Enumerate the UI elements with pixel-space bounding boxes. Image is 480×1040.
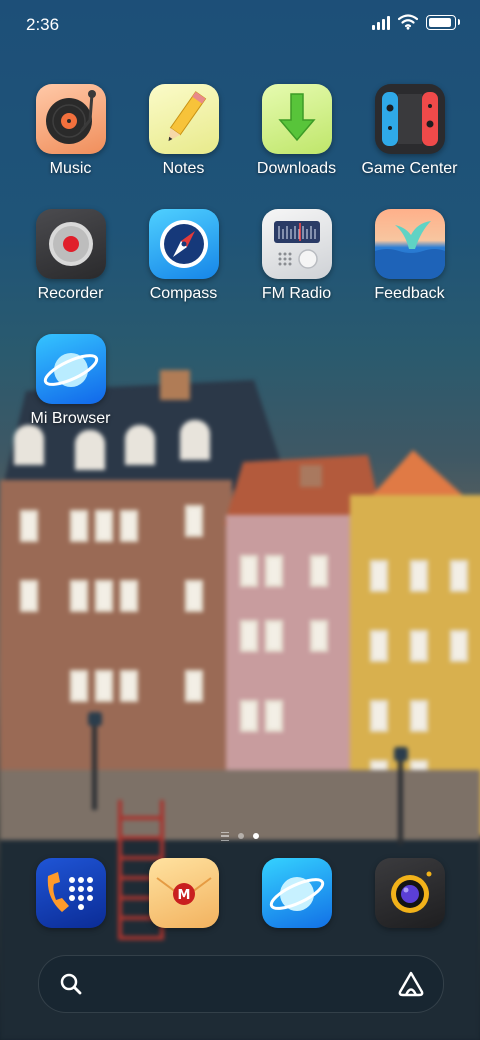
compass-icon [148, 209, 219, 279]
app-recorder[interactable]: Recorder [14, 209, 127, 334]
app-feedback[interactable]: Feedback [353, 209, 466, 334]
app-label: Notes [162, 160, 205, 177]
status-icons [372, 14, 460, 30]
dock-camera[interactable] [353, 858, 466, 928]
app-mi-browser[interactable]: Mi Browser [14, 334, 127, 459]
app-grid: Music Notes Downloads Game Center Record… [14, 84, 466, 459]
downloads-icon [261, 84, 332, 154]
browser-icon [261, 858, 332, 928]
dock-mail[interactable]: M [127, 858, 240, 928]
assistant-icon[interactable] [397, 970, 425, 998]
app-label: Music [49, 160, 92, 177]
fm-radio-icon [261, 209, 332, 279]
game-center-icon [374, 84, 445, 154]
page-indicator[interactable] [200, 830, 280, 842]
app-label: Recorder [37, 285, 104, 302]
recorder-icon [35, 209, 106, 279]
app-label: Downloads [256, 160, 337, 177]
status-time: 2:36 [26, 15, 60, 34]
app-fm-radio[interactable]: FM Radio [240, 209, 353, 334]
status-bar: 2:36 [0, 0, 480, 50]
app-compass[interactable]: Compass [127, 209, 240, 334]
app-game-center[interactable]: Game Center [353, 84, 466, 209]
phone-icon [35, 858, 106, 928]
search-icon[interactable] [59, 972, 83, 996]
app-label: Game Center [361, 160, 458, 177]
signal-icon [372, 14, 390, 30]
music-icon [35, 84, 106, 154]
dock: M [14, 858, 466, 928]
app-notes[interactable]: Notes [127, 84, 240, 209]
dock-phone[interactable] [14, 858, 127, 928]
page-dot-1 [238, 833, 244, 839]
app-label: FM Radio [261, 285, 332, 302]
feedback-icon [374, 209, 445, 279]
app-music[interactable]: Music [14, 84, 127, 209]
app-downloads[interactable]: Downloads [240, 84, 353, 209]
battery-icon [426, 14, 460, 30]
app-label: Mi Browser [30, 410, 111, 427]
app-label: Feedback [374, 285, 445, 302]
notes-icon [148, 84, 219, 154]
mail-icon: M [148, 858, 219, 928]
page-dot-2 [253, 833, 259, 839]
home-screen: 2:36 Music Notes Downloads Game Center R… [0, 0, 480, 1040]
app-label: Compass [149, 285, 218, 302]
search-bar[interactable] [38, 955, 444, 1013]
browser-icon [35, 334, 106, 404]
dock-browser[interactable] [240, 858, 353, 928]
wifi-icon [398, 14, 418, 30]
camera-icon [374, 858, 445, 928]
svg-text:M: M [177, 888, 190, 903]
app-drawer-lines-icon [221, 831, 229, 841]
